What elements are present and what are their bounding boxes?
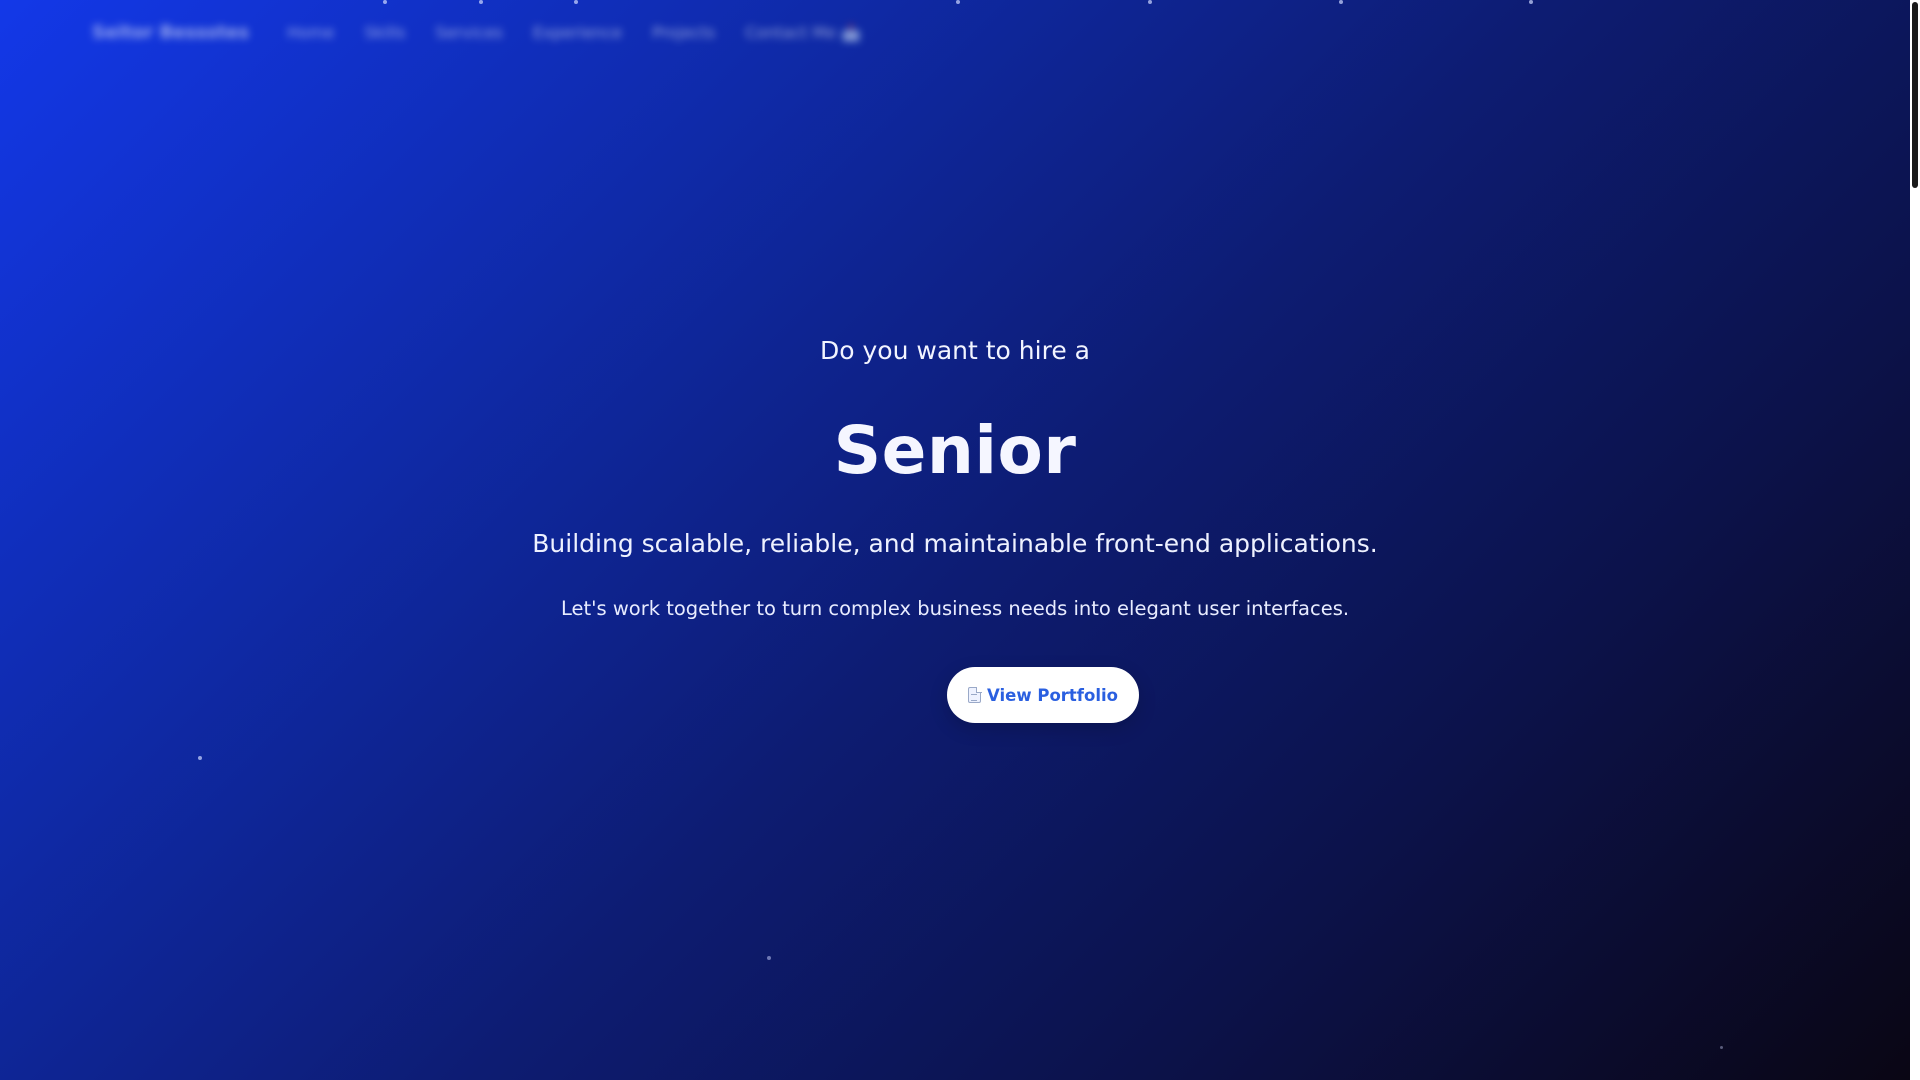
star-dot	[956, 0, 960, 4]
hero-pretitle: Do you want to hire a	[820, 336, 1090, 365]
nav-link-home[interactable]: Home	[287, 23, 334, 42]
star-dot	[198, 756, 202, 760]
nav-link-skills[interactable]: Skills	[364, 23, 405, 42]
star-dot	[1339, 0, 1343, 4]
page-scrollbar[interactable]	[1910, 0, 1920, 1080]
hero-section: Seitor Bessstes Home Skills Services Exp…	[0, 0, 1910, 1080]
document-icon	[968, 686, 982, 703]
nav-link-experience[interactable]: Experience	[533, 23, 622, 42]
nav-link-contact[interactable]: Contact Me 📩	[745, 23, 861, 42]
view-portfolio-button[interactable]: View Portfolio	[947, 667, 1139, 723]
scrollbar-thumb[interactable]	[1912, 2, 1918, 188]
star-dot	[1529, 0, 1533, 4]
star-dot	[1148, 0, 1152, 4]
hero-subline: Let's work together to turn complex busi…	[560, 597, 1350, 620]
nav-link-services[interactable]: Services	[435, 23, 502, 42]
hero-headline: Senior	[833, 412, 1077, 489]
star-dot	[383, 0, 387, 4]
star-dot	[1720, 1046, 1723, 1049]
hero-tagline: Building scalable, reliable, and maintai…	[532, 529, 1378, 558]
nav-link-projects[interactable]: Projects	[652, 23, 715, 42]
star-dot	[767, 956, 771, 960]
page: Seitor Bessstes Home Skills Services Exp…	[0, 0, 1920, 1080]
brand-logo[interactable]: Seitor Bessstes	[92, 22, 249, 43]
view-portfolio-label: View Portfolio	[987, 685, 1118, 705]
star-dot	[574, 0, 578, 4]
top-navigation: Seitor Bessstes Home Skills Services Exp…	[92, 16, 861, 48]
star-dot	[479, 0, 483, 4]
